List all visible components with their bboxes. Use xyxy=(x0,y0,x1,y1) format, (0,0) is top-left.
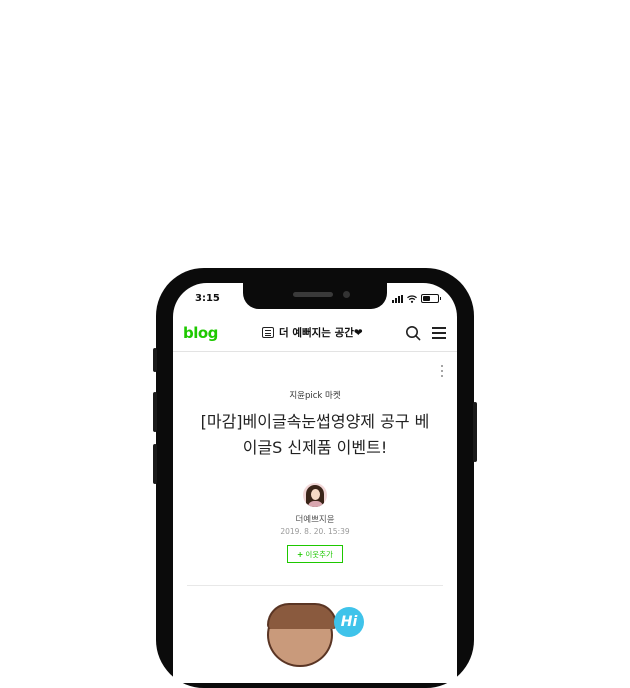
author-avatar[interactable] xyxy=(303,483,327,507)
hamburger-menu-icon[interactable] xyxy=(432,327,446,339)
blog-title-link[interactable]: 더 예뻐지는 공간❤ xyxy=(262,325,363,340)
notch xyxy=(243,283,387,309)
hi-bubble: Hi xyxy=(334,607,364,637)
post-title-line-2: 이글S 신제품 이벤트! xyxy=(242,438,388,457)
post-category[interactable]: 지윤pick 마켓 xyxy=(173,389,457,401)
blog-title: 더 예뻐지는 공간❤ xyxy=(279,327,363,339)
power-button xyxy=(473,402,477,462)
battery-icon xyxy=(421,294,441,303)
front-camera xyxy=(343,291,350,298)
cellular-signal-icon xyxy=(392,294,403,303)
speaker-grille xyxy=(293,292,333,297)
wifi-icon xyxy=(407,294,417,303)
volume-down-button xyxy=(153,444,157,484)
status-icons xyxy=(392,294,441,303)
more-options-icon[interactable] xyxy=(437,363,447,379)
list-icon xyxy=(262,327,274,338)
mute-switch xyxy=(153,348,157,372)
search-icon[interactable] xyxy=(405,325,421,341)
phone-screen: 3:15 blog 더 예뻐지는 공간❤ 지윤pick 마켓 [마감]베이글속눈… xyxy=(173,283,457,683)
volume-up-button xyxy=(153,392,157,432)
character-hair xyxy=(267,603,337,629)
content-divider xyxy=(187,585,443,586)
status-time: 3:15 xyxy=(195,293,220,304)
battery-level xyxy=(423,296,430,301)
plus-icon: + xyxy=(297,549,304,559)
add-neighbor-label: 이웃추가 xyxy=(305,549,333,559)
post-title: [마감]베이글속눈썹영양제 공구 베 이글S 신제품 이벤트! xyxy=(185,409,445,461)
blog-header: blog 더 예뻐지는 공간❤ xyxy=(173,319,457,352)
author-name[interactable]: 더예쁘지윤 xyxy=(173,513,457,525)
add-neighbor-button[interactable]: + 이웃추가 xyxy=(287,545,343,563)
blog-logo[interactable]: blog xyxy=(183,324,218,342)
post-date: 2019. 8. 20. 15:39 xyxy=(280,527,350,536)
post-title-line-1: [마감]베이글속눈썹영양제 공구 베 xyxy=(200,412,430,431)
